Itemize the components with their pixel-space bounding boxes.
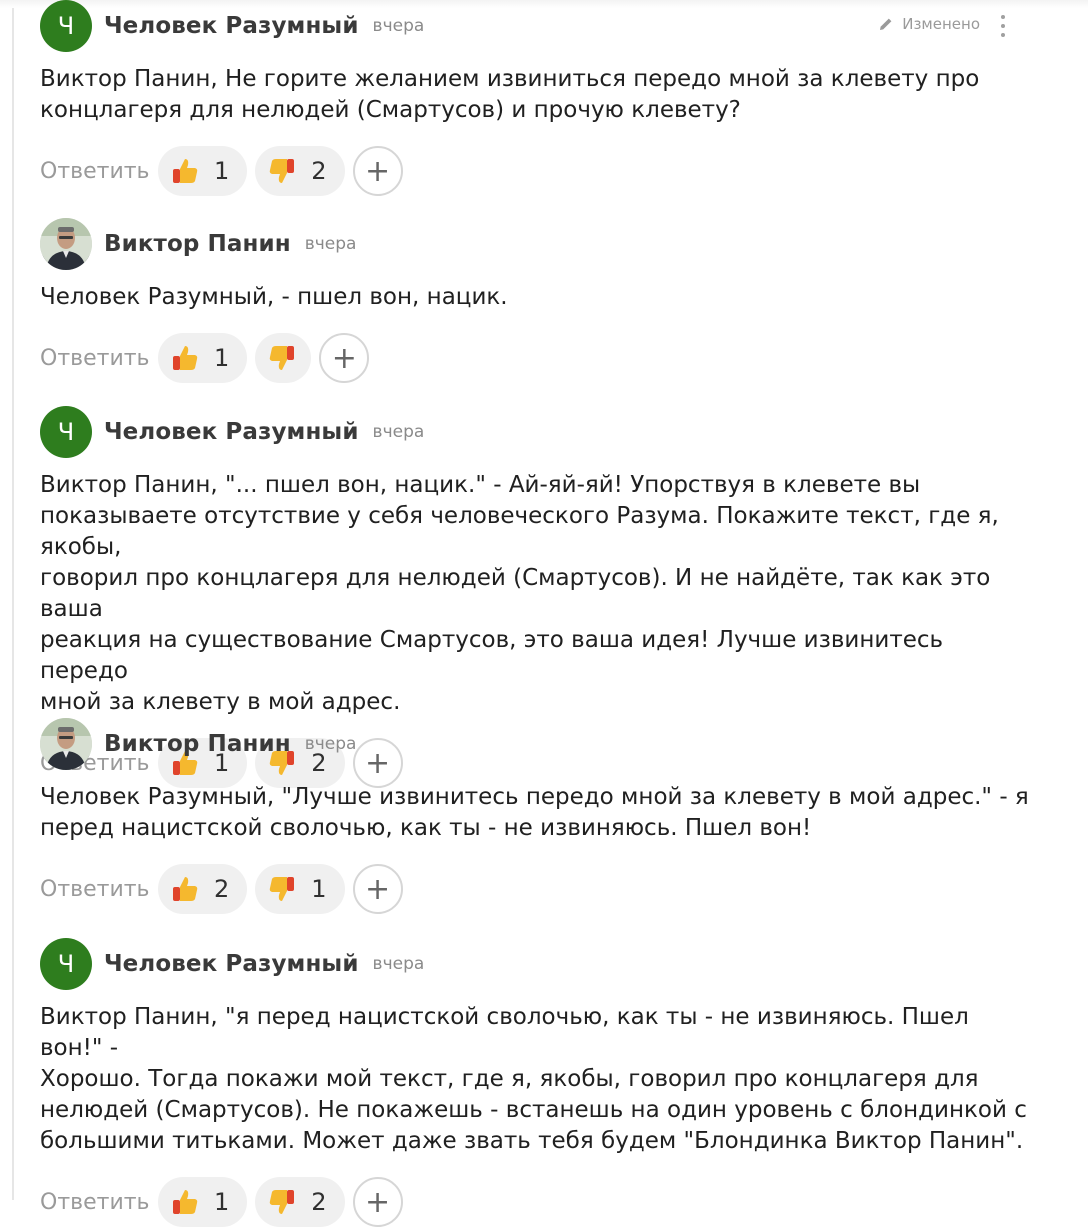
plus-icon: + <box>331 340 357 376</box>
dislike-button[interactable]: 2 <box>255 1177 345 1227</box>
plus-icon: + <box>364 871 391 907</box>
avatar-letter: Ч <box>57 12 75 40</box>
like-count: 1 <box>214 157 230 185</box>
comment-header: Виктор Панин вчера <box>40 718 1040 770</box>
like-count: 1 <box>214 344 230 372</box>
avatar-letter: Ч <box>57 950 75 978</box>
thumbs-down-icon <box>270 346 295 370</box>
like-button[interactable]: 2 <box>158 864 248 914</box>
like-count: 2 <box>214 875 230 903</box>
comment-header: Виктор Панин вчера <box>40 218 1040 270</box>
comment-actions: Ответить 2 1 + <box>40 864 1040 914</box>
user-photo <box>40 718 92 770</box>
thumbs-down-icon <box>270 159 295 183</box>
dislike-count: 2 <box>311 157 327 185</box>
thumbs-up-icon <box>173 159 198 183</box>
comment-text: Человек Разумный, "Лучше извинитесь пере… <box>40 784 1029 841</box>
thread-line <box>12 8 14 1200</box>
avatar[interactable]: Ч <box>40 406 92 458</box>
like-button[interactable]: 1 <box>158 1177 248 1227</box>
comment-text: Виктор Панин, "я перед нацистской сволоч… <box>40 1004 1027 1154</box>
reply-button[interactable]: Ответить <box>40 346 158 371</box>
add-reaction-button[interactable]: + <box>352 1177 403 1227</box>
author-name[interactable]: Виктор Панин <box>104 731 291 757</box>
comment-text: Виктор Панин, Не горите желанием извинит… <box>40 66 980 123</box>
comment-header: Ч Человек Разумный вчера <box>40 938 1040 990</box>
dislike-button[interactable]: 2 <box>255 146 345 196</box>
avatar[interactable]: Ч <box>40 938 92 990</box>
avatar[interactable]: Ч <box>40 0 92 52</box>
reply-button[interactable]: Ответить <box>40 159 158 184</box>
add-reaction-button[interactable]: + <box>352 146 403 196</box>
edited-label: Изменено <box>902 15 980 33</box>
dislike-count: 1 <box>311 875 327 903</box>
comment: Ч Человек Разумный вчера Изменено Виктор… <box>40 0 1040 196</box>
comment-time: вчера <box>372 16 425 36</box>
kebab-menu-icon[interactable] <box>998 12 1008 40</box>
thumbs-up-icon <box>173 346 198 370</box>
thumbs-up-icon <box>173 877 198 901</box>
reply-button[interactable]: Ответить <box>40 877 158 902</box>
author-name[interactable]: Виктор Панин <box>104 231 291 257</box>
dislike-button[interactable]: 1 <box>255 864 345 914</box>
edited-indicator: Изменено <box>878 15 980 33</box>
comment: Виктор Панин вчера Человек Разумный, - п… <box>40 218 1040 383</box>
dislike-count: 2 <box>311 1188 327 1216</box>
thumbs-down-icon <box>270 1190 295 1214</box>
comment-header: Ч Человек Разумный вчера <box>40 406 1040 458</box>
like-button[interactable]: 1 <box>158 146 248 196</box>
comment-text: Человек Разумный, - пшел вон, нацик. <box>40 284 508 310</box>
add-reaction-button[interactable]: + <box>352 864 403 914</box>
avatar-letter: Ч <box>57 418 75 446</box>
comment-actions: Ответить 1 2 + <box>40 1177 1040 1227</box>
comment: Ч Человек Разумный вчера Виктор Панин, "… <box>40 938 1040 1227</box>
avatar[interactable] <box>40 718 92 770</box>
comment-actions: Ответить 1 + <box>40 333 1040 383</box>
comment-time: вчера <box>372 422 425 442</box>
comment-actions: Ответить 1 2 + <box>40 146 1040 196</box>
comment: Виктор Панин вчера Человек Разумный, "Лу… <box>40 718 1040 914</box>
user-photo <box>40 218 92 270</box>
thumbs-up-icon <box>173 1190 198 1214</box>
plus-icon: + <box>364 1184 391 1220</box>
comment-text: Виктор Панин, "... пшел вон, нацик." - А… <box>40 472 999 715</box>
like-button[interactable]: 1 <box>158 333 248 383</box>
author-name[interactable]: Человек Разумный <box>104 419 359 445</box>
comment-time: вчера <box>304 234 357 254</box>
comment-time: вчера <box>372 954 425 974</box>
plus-icon: + <box>364 153 391 189</box>
avatar[interactable] <box>40 218 92 270</box>
comment-time: вчера <box>304 734 357 754</box>
pencil-icon <box>880 18 892 30</box>
reply-button[interactable]: Ответить <box>40 1190 158 1215</box>
thumbs-down-icon <box>270 877 295 901</box>
author-name[interactable]: Человек Разумный <box>104 951 359 977</box>
dislike-button[interactable] <box>255 333 312 383</box>
like-count: 1 <box>214 1188 230 1216</box>
add-reaction-button[interactable]: + <box>319 333 370 383</box>
author-name[interactable]: Человек Разумный <box>104 13 359 39</box>
